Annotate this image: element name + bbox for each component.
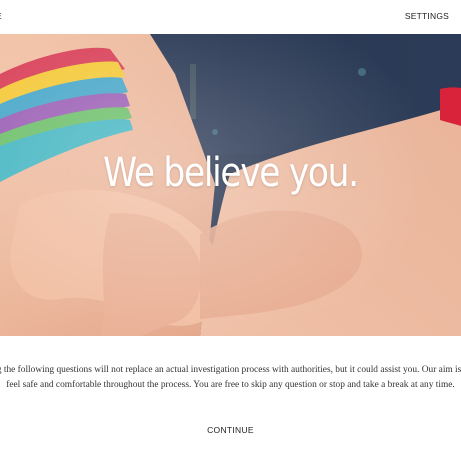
top-navigation-bar: E SETTINGS — [0, 0, 461, 34]
hero-title: We believe you. — [103, 150, 359, 196]
page: E SETTINGS — [0, 0, 461, 460]
continue-button[interactable]: CONTINUE — [207, 425, 254, 435]
continue-area: CONTINUE — [0, 425, 461, 435]
nav-left-link[interactable]: E — [0, 11, 2, 21]
intro-text: Answering the following questions will n… — [0, 365, 461, 390]
hero-banner: We believe you. — [0, 34, 461, 336]
settings-link[interactable]: SETTINGS — [405, 11, 449, 21]
